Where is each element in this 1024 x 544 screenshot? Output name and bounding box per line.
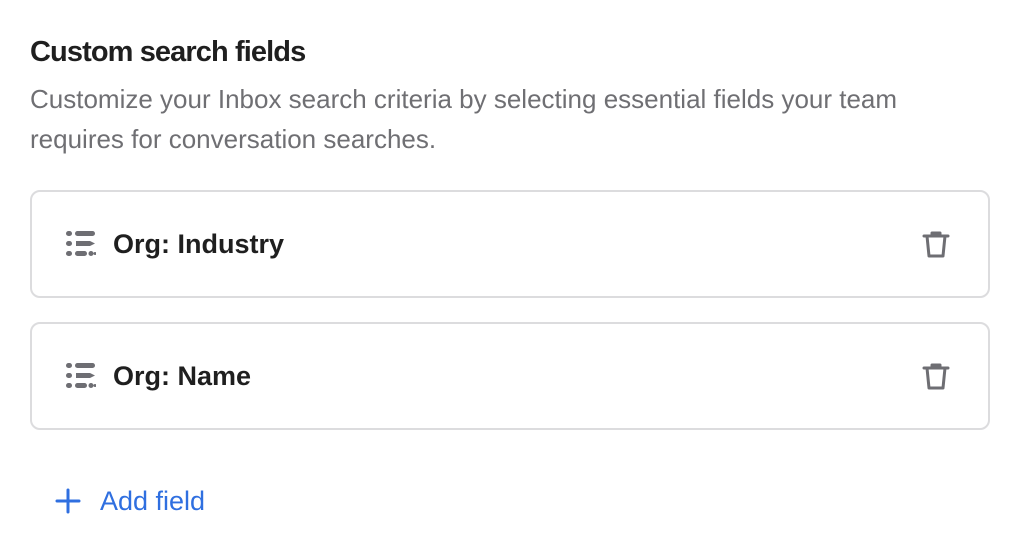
trash-icon[interactable]: [918, 226, 954, 262]
field-label: Org: Name: [113, 360, 252, 391]
field-list-icon: [66, 230, 96, 258]
plus-icon: [54, 487, 82, 515]
trash-icon[interactable]: [918, 358, 954, 394]
field-item-org-industry[interactable]: Org: Industry: [30, 190, 990, 298]
field-item-org-name[interactable]: Org: Name: [30, 322, 990, 430]
add-field-label: Add field: [100, 485, 206, 516]
section-title: Custom search fields: [30, 36, 306, 68]
field-list: Org: Industry Org: Name: [30, 190, 990, 430]
add-field-button[interactable]: Add field: [54, 482, 205, 520]
field-list-icon: [66, 362, 96, 390]
field-label: Org: Industry: [113, 228, 285, 259]
section-description: Customize your Inbox search criteria by …: [30, 84, 898, 154]
custom-search-fields-section: Custom search fields Customize your Inbo…: [30, 32, 990, 454]
